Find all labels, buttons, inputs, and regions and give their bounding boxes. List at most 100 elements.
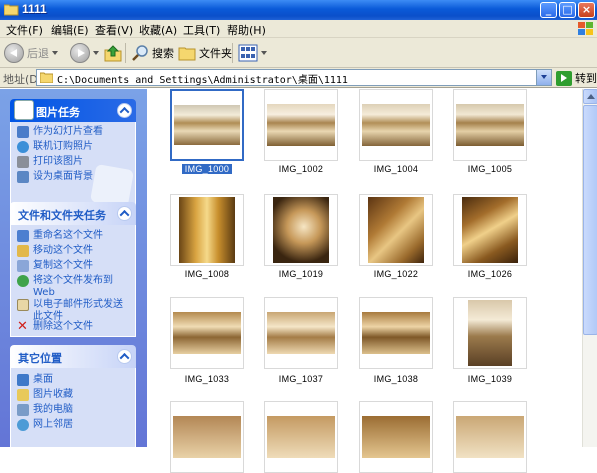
- file-name[interactable]: IMG_1022: [351, 269, 441, 279]
- picture-tasks-body: 作为幻灯片查看 联机订购照片 打印该图片 设为桌面背景: [10, 122, 136, 210]
- back-button[interactable]: 后退: [4, 42, 58, 64]
- file-name[interactable]: IMG_1002: [256, 164, 346, 174]
- file-name[interactable]: IMG_1019: [256, 269, 346, 279]
- close-button[interactable]: ×: [578, 2, 595, 18]
- address-input[interactable]: C:\Documents and Settings\Administrator\…: [36, 69, 552, 86]
- go-button[interactable]: 转到: [556, 70, 597, 86]
- task-pane: 图片任务 作为幻灯片查看 联机订购照片 打印该图片 设为桌面背景 文件和文件夹任…: [0, 89, 147, 448]
- thumbnail[interactable]: [453, 89, 527, 161]
- up-folder-button[interactable]: [104, 42, 122, 64]
- file-name[interactable]: IMG_1037: [256, 374, 346, 384]
- place-my-computer[interactable]: 我的电脑: [17, 404, 73, 416]
- thumbnail[interactable]: [359, 401, 433, 473]
- place-desktop[interactable]: 桌面: [17, 374, 53, 386]
- window-title: 1111: [22, 2, 47, 16]
- file-name[interactable]: IMG_1004: [351, 164, 441, 174]
- file-name[interactable]: IMG_1033: [162, 374, 252, 384]
- place-network[interactable]: 网上邻居: [17, 419, 73, 431]
- collapse-chevron-icon[interactable]: [117, 349, 132, 364]
- task-publish-web[interactable]: 将这个文件发布到 Web: [17, 275, 113, 299]
- toolbar: 后退 搜索 文件夹: [0, 38, 597, 68]
- vertical-scrollbar[interactable]: [582, 89, 597, 447]
- thumbnail[interactable]: [170, 89, 244, 161]
- my-pictures-icon: [17, 389, 29, 401]
- maximize-button[interactable]: □: [559, 2, 576, 18]
- file-tasks-header[interactable]: 文件和文件夹任务: [10, 202, 136, 225]
- folder-icon: [4, 4, 19, 16]
- views-icon: [238, 44, 258, 62]
- task-slideshow[interactable]: 作为幻灯片查看: [17, 126, 103, 138]
- task-print[interactable]: 打印该图片: [17, 156, 83, 168]
- menu-view[interactable]: 查看(V): [95, 22, 133, 38]
- chevron-down-icon: [52, 51, 58, 55]
- thumbnail[interactable]: [359, 297, 433, 369]
- file-name[interactable]: IMG_1000: [162, 164, 252, 174]
- task-copy[interactable]: 复制这个文件: [17, 260, 93, 272]
- photo-thumbnail: [267, 312, 335, 354]
- collapse-chevron-icon[interactable]: [117, 103, 132, 118]
- thumbnail[interactable]: [170, 297, 244, 369]
- photo-thumbnail: [273, 197, 329, 263]
- panel-title: 图片任务: [36, 106, 80, 119]
- task-desktop-background[interactable]: 设为桌面背景: [17, 171, 93, 183]
- file-name[interactable]: IMG_1026: [445, 269, 535, 279]
- photo-thumbnail: [362, 104, 430, 146]
- task-order-prints[interactable]: 联机订购照片: [17, 141, 93, 153]
- address-dropdown-button[interactable]: [536, 70, 551, 85]
- photo-thumbnail: [362, 416, 430, 458]
- rename-icon: [17, 230, 29, 242]
- task-rename[interactable]: 重命名这个文件: [17, 230, 103, 242]
- chevron-down-icon: [93, 51, 99, 55]
- thumbnail[interactable]: [264, 297, 338, 369]
- thumbnail[interactable]: [264, 194, 338, 266]
- menu-bar: 文件(F) 编辑(E) 查看(V) 收藏(A) 工具(T) 帮助(H): [0, 20, 597, 38]
- place-my-pictures[interactable]: 图片收藏: [17, 389, 73, 401]
- task-email[interactable]: 以电子邮件形式发送 此文件: [17, 299, 123, 323]
- go-arrow-icon: [556, 70, 572, 86]
- file-name[interactable]: IMG_1038: [351, 374, 441, 384]
- photo-thumbnail: [462, 197, 518, 263]
- folders-button[interactable]: 文件夹: [178, 42, 232, 64]
- picture-tasks-header[interactable]: 图片任务: [10, 99, 136, 122]
- thumbnail[interactable]: [453, 194, 527, 266]
- photo-thumbnail: [362, 312, 430, 354]
- menu-tools[interactable]: 工具(T): [183, 22, 220, 38]
- toolbar-separator: [232, 43, 233, 63]
- file-name[interactable]: IMG_1039: [445, 374, 535, 384]
- thumbnail[interactable]: [359, 194, 433, 266]
- slideshow-icon: [17, 126, 29, 138]
- photo-thumbnail: [173, 312, 241, 354]
- task-move[interactable]: 移动这个文件: [17, 245, 93, 257]
- menu-help[interactable]: 帮助(H): [227, 22, 266, 38]
- photo-thumbnail: [456, 104, 524, 146]
- forward-button[interactable]: [70, 42, 99, 64]
- menu-edit[interactable]: 编辑(E): [51, 22, 89, 38]
- toolbar-separator: [125, 43, 126, 63]
- thumbnail[interactable]: [359, 89, 433, 161]
- photo-thumbnail: [368, 197, 424, 263]
- thumbnail[interactable]: [264, 89, 338, 161]
- menu-favorites[interactable]: 收藏(A): [139, 22, 177, 38]
- task-delete[interactable]: ✕ 删除这个文件: [17, 320, 93, 333]
- collapse-chevron-icon[interactable]: [117, 206, 132, 221]
- scroll-up-button[interactable]: [583, 89, 597, 104]
- thumbnail[interactable]: [170, 401, 244, 473]
- address-bar: 地址(D) C:\Documents and Settings\Administ…: [0, 68, 597, 88]
- file-name[interactable]: IMG_1005: [445, 164, 535, 174]
- photo-thumbnail: [173, 416, 241, 458]
- other-places-body: 桌面 图片收藏 我的电脑 网上邻居: [10, 368, 136, 448]
- thumbnail[interactable]: [264, 401, 338, 473]
- menu-file[interactable]: 文件(F): [6, 22, 43, 38]
- thumbnail[interactable]: [170, 194, 244, 266]
- scroll-thumb[interactable]: [583, 105, 597, 335]
- search-button[interactable]: 搜索: [131, 42, 174, 64]
- minimize-button[interactable]: _: [540, 2, 557, 18]
- file-name[interactable]: IMG_1008: [162, 269, 252, 279]
- thumbnail[interactable]: [453, 401, 527, 473]
- other-places-header[interactable]: 其它位置: [10, 345, 136, 368]
- chevron-down-icon: [261, 51, 267, 55]
- back-arrow-icon: [4, 43, 24, 63]
- order-prints-icon: [17, 141, 29, 153]
- views-button[interactable]: [238, 42, 267, 64]
- thumbnail[interactable]: [453, 297, 527, 369]
